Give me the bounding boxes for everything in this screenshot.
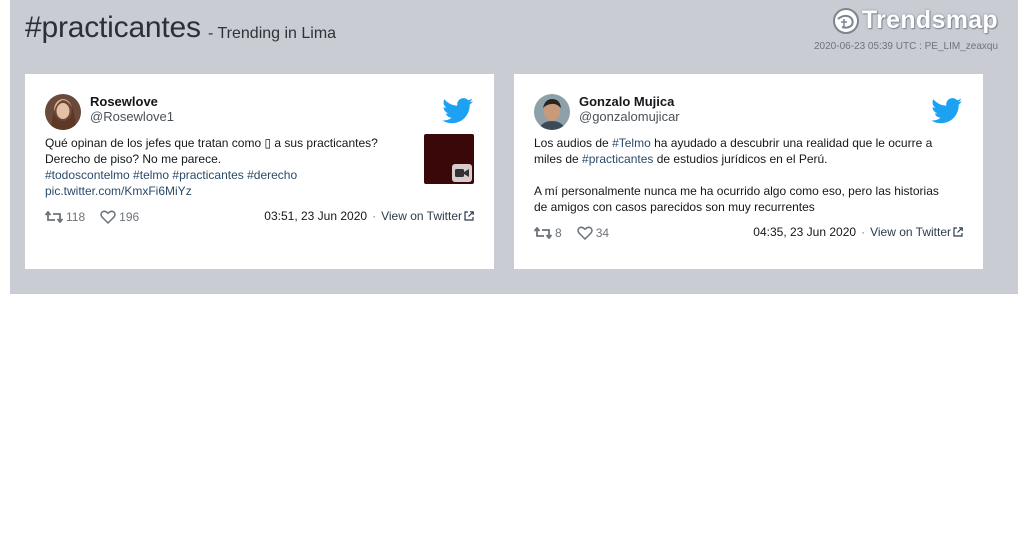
- external-link-icon: [953, 227, 963, 237]
- tweet-actions: 118 196: [45, 210, 154, 224]
- retweet-action[interactable]: 118: [45, 210, 85, 224]
- tweet-meta: 03:51, 23 Jun 2020 · View on Twitter: [264, 209, 474, 223]
- twitter-bird-icon[interactable]: [442, 98, 474, 124]
- tweet-meta: 04:35, 23 Jun 2020 · View on Twitter: [753, 225, 963, 239]
- tweet-text-line: Qué opinan de los jefes que tratan como …: [45, 136, 378, 150]
- author-name[interactable]: Rosewlove: [90, 94, 158, 109]
- tweet-hashtags[interactable]: #todoscontelmo #telmo #practicantes #der…: [45, 167, 405, 183]
- tweet-time[interactable]: 04:35, 23 Jun 2020: [753, 225, 856, 239]
- hashtag-link[interactable]: #Telmo: [612, 136, 651, 150]
- tweet-paragraph: Los audios de #Telmo ha ayudado a descub…: [534, 135, 954, 167]
- external-link-icon: [464, 211, 474, 221]
- tweet-pic-link[interactable]: pic.twitter.com/KmxFi6MiYz: [45, 183, 405, 199]
- tweet-text: Los audios de #Telmo ha ayudado a descub…: [534, 135, 954, 215]
- view-on-twitter-link[interactable]: View on Twitter: [870, 225, 951, 239]
- trendsmap-globe-icon: [832, 7, 859, 34]
- media-thumbnail[interactable]: [424, 134, 474, 184]
- tweet-card: Gonzalo Mujica @gonzalomujicar Los audio…: [514, 74, 983, 269]
- like-count: 196: [119, 210, 140, 224]
- trend-timestamp: 2020-06-23 05:39 UTC : PE_LIM_zeaxqu: [814, 41, 998, 52]
- page-title: #practicantes: [25, 11, 201, 44]
- retweet-icon: [534, 227, 552, 239]
- heart-icon: [100, 210, 116, 224]
- tweet-card: Rosewlove @Rosewlove1 Qué opinan de los …: [25, 74, 494, 269]
- like-count: 34: [595, 226, 610, 240]
- avatar[interactable]: [45, 94, 81, 130]
- video-camera-icon: [452, 164, 472, 182]
- tweet-time[interactable]: 03:51, 23 Jun 2020: [264, 209, 367, 223]
- tweet-actions: 8 34: [534, 226, 624, 240]
- retweet-action[interactable]: 8: [534, 226, 562, 240]
- trendsmap-logo-text: Trendsmap: [861, 6, 998, 34]
- separator-dot: ·: [372, 209, 377, 223]
- author-handle[interactable]: @gonzalomujicar: [579, 109, 680, 124]
- view-on-twitter-link[interactable]: View on Twitter: [381, 209, 462, 223]
- retweet-count: 118: [66, 210, 86, 224]
- heart-icon: [576, 226, 593, 240]
- tweet-text-span: Los audios de: [534, 136, 613, 150]
- tweet-text-span: de estudios jurídicos en el Perú.: [653, 152, 828, 166]
- trendsmap-logo[interactable]: Trendsmap: [832, 6, 998, 35]
- separator-dot: ·: [861, 225, 866, 239]
- avatar[interactable]: [534, 94, 570, 130]
- retweet-icon: [45, 211, 63, 223]
- tweet-text: Qué opinan de los jefes que tratan como …: [45, 135, 405, 199]
- hashtag-link[interactable]: #practicantes: [582, 152, 653, 166]
- retweet-count: 8: [555, 226, 562, 240]
- tweet-text-line: Derecho de piso? No me parece.: [45, 152, 222, 166]
- trend-location: - Trending in Lima: [208, 25, 337, 42]
- like-action[interactable]: 34: [576, 226, 610, 240]
- like-action[interactable]: 196: [100, 210, 139, 224]
- twitter-bird-icon[interactable]: [931, 98, 963, 124]
- tweet-paragraph: A mí personalmente nunca me ha ocurrido …: [534, 184, 939, 214]
- author-handle[interactable]: @Rosewlove1: [90, 109, 174, 124]
- author-name[interactable]: Gonzalo Mujica: [579, 94, 674, 109]
